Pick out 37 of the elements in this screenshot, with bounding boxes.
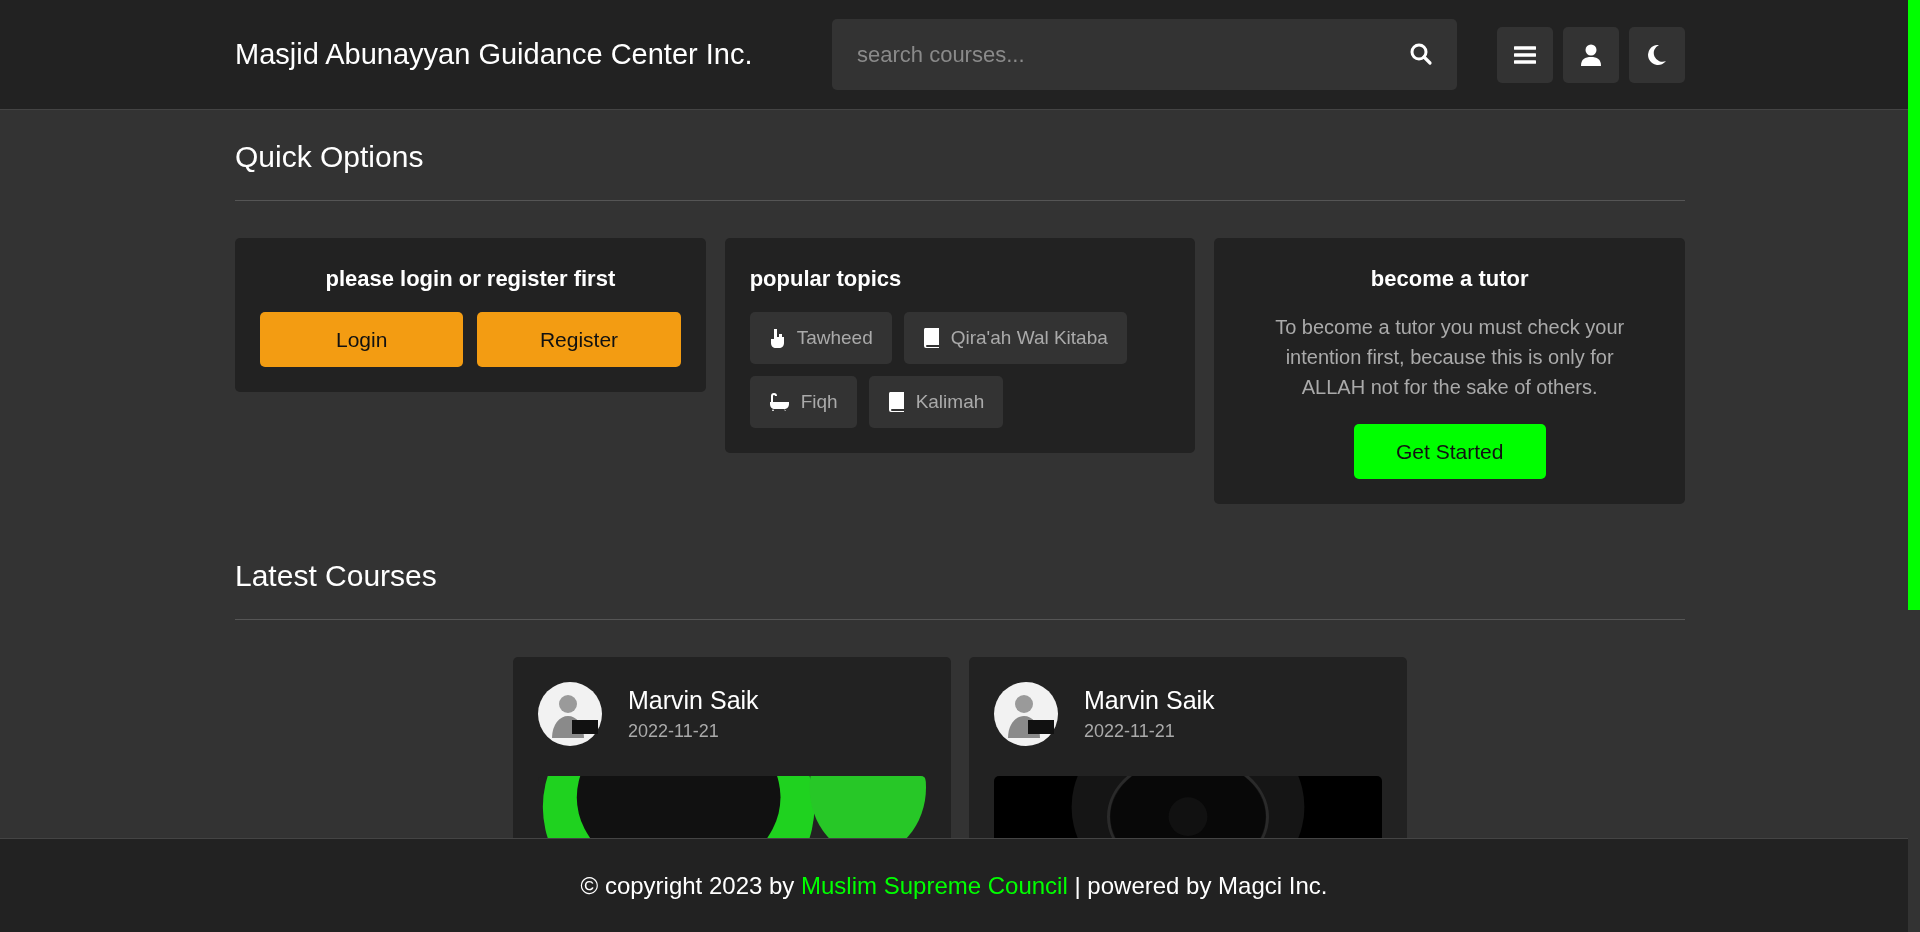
auth-button[interactable]: Register xyxy=(477,312,681,367)
author-name[interactable]: Marvin Saik xyxy=(1084,686,1215,715)
course-card[interactable]: Marvin Saik 2022-11-21 xyxy=(513,657,951,838)
tutor-description: To become a tutor you must check your intention first, because this is only for ALLAH not for the sake of others. xyxy=(1274,315,1626,400)
topic-chip[interactable]: Tawheed xyxy=(749,312,892,364)
avatar-icon xyxy=(538,682,602,746)
avatar-icon xyxy=(994,682,1058,746)
council-link[interactable]: Muslim Supreme Council xyxy=(801,871,1068,899)
book-icon xyxy=(922,328,939,348)
course-date: 2022-11-21 xyxy=(628,721,720,742)
section-heading: Quick Options xyxy=(235,139,425,175)
card-title: popular topics xyxy=(749,266,903,292)
menu-button[interactable] xyxy=(1497,26,1553,83)
course-card[interactable]: Marvin Saik 2022-11-21 xyxy=(969,657,1407,838)
moon-icon xyxy=(1648,44,1666,65)
get-started-button[interactable]: Get Started xyxy=(1353,424,1546,479)
topic-chip[interactable]: Kalimah xyxy=(868,376,1004,428)
topic-chip[interactable]: Qira'ah Wal Kitaba xyxy=(903,312,1127,364)
author-name[interactable]: Marvin Saik xyxy=(628,686,759,715)
copyright-text: © copyright 2023 by Muslim Supreme Council | powered by Magci Inc. xyxy=(580,870,1328,901)
bathtub-icon xyxy=(768,393,789,411)
search-field[interactable]: search courses... xyxy=(832,19,1457,90)
user-button[interactable] xyxy=(1563,26,1619,83)
search-icon[interactable] xyxy=(1409,42,1433,66)
card-title: become a tutor xyxy=(1369,266,1530,292)
book-icon xyxy=(887,392,904,412)
scrollbar-thumb[interactable] xyxy=(1908,0,1920,610)
menu-icon xyxy=(1514,44,1536,65)
card-title: please login or register first xyxy=(324,266,617,292)
course-date: 2022-11-21 xyxy=(1084,721,1176,742)
site-title[interactable]: Masjid Abunayyan Guidance Center Inc. xyxy=(235,38,832,71)
hand-icon xyxy=(768,328,785,348)
topic-chip[interactable]: Fiqh xyxy=(749,376,857,428)
auth-button[interactable]: Login xyxy=(260,312,464,367)
dark-mode-button[interactable] xyxy=(1629,26,1685,83)
user-icon xyxy=(1581,43,1601,66)
section-heading: Latest Courses xyxy=(235,558,438,594)
